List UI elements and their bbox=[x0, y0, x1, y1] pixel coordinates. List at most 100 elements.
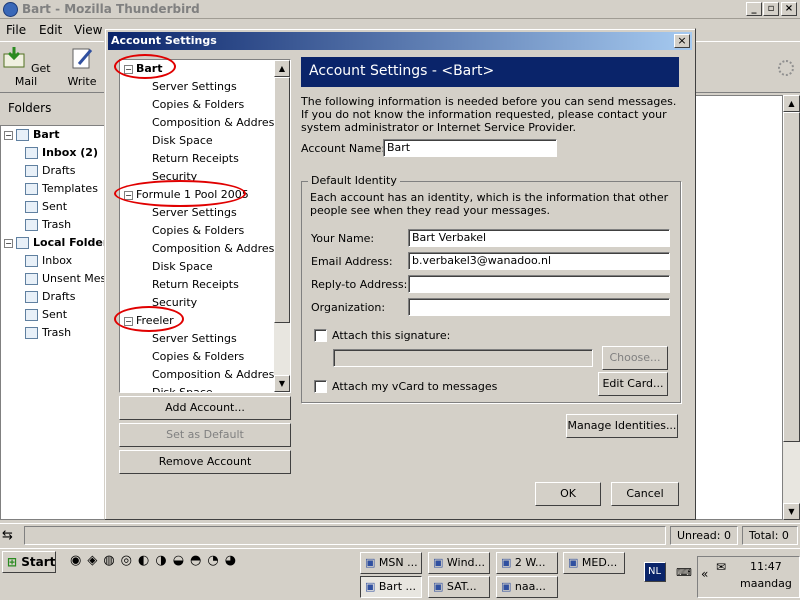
window-close-button[interactable]: × bbox=[781, 2, 797, 16]
taskbar-button[interactable]: ▣ MED... bbox=[563, 552, 625, 574]
email-label: Email Address: bbox=[311, 255, 393, 268]
menu-view[interactable]: View bbox=[74, 23, 102, 37]
reply-to-field[interactable] bbox=[408, 275, 670, 293]
folder-icon bbox=[25, 183, 38, 195]
email-field[interactable]: b.verbakel3@wanadoo.nl bbox=[408, 252, 670, 270]
taskbar-button[interactable]: ▣ 2 W... bbox=[496, 552, 558, 574]
your-name-field[interactable]: Bart Verbakel bbox=[408, 229, 670, 247]
tree-scroll-thumb[interactable] bbox=[274, 77, 290, 323]
tray-expand-icon[interactable]: « bbox=[701, 567, 708, 581]
taskbar-label: Bart ... bbox=[378, 580, 416, 593]
manage-identities-button[interactable]: Manage Identities... bbox=[566, 414, 678, 438]
add-account-button[interactable]: Add Account... bbox=[119, 396, 291, 420]
tree-settings-item[interactable]: Server Settings bbox=[152, 80, 237, 98]
signature-file-field[interactable] bbox=[333, 349, 593, 367]
tree-settings-item[interactable]: Copies & Folders bbox=[152, 350, 244, 368]
tree-settings-item[interactable]: Copies & Folders bbox=[152, 98, 244, 116]
folder-item[interactable]: Trash bbox=[25, 218, 71, 236]
tree-settings-item[interactable]: Composition & Addressing bbox=[152, 368, 274, 386]
write-button[interactable]: Write bbox=[58, 46, 106, 88]
tree-settings-item[interactable]: Return Receipts bbox=[152, 278, 239, 296]
tree-settings-item[interactable]: Disk Space bbox=[152, 386, 213, 392]
folder-icon bbox=[25, 327, 38, 339]
collapse-icon[interactable]: − bbox=[4, 238, 13, 248]
tree-label: Server Settings bbox=[152, 80, 237, 93]
tree-settings-item[interactable]: Composition & Addressing bbox=[152, 242, 274, 260]
attach-signature-checkbox[interactable] bbox=[314, 329, 327, 342]
tree-settings-item[interactable]: Composition & Addressing bbox=[152, 116, 274, 134]
tree-settings-item[interactable]: Copies & Folders bbox=[152, 224, 244, 242]
tree-label: Copies & Folders bbox=[152, 224, 245, 237]
account-tree[interactable]: − Bart Server Settings Copies & Folders Comp… bbox=[119, 59, 291, 393]
folder-label: Inbox bbox=[42, 254, 73, 267]
folder-item[interactable]: − Bart bbox=[4, 128, 60, 146]
language-indicator[interactable]: NL bbox=[644, 562, 666, 582]
taskbar-button[interactable]: ▣ Bart ... bbox=[360, 576, 422, 598]
minimize-button[interactable]: _ bbox=[746, 2, 762, 16]
folder-icon bbox=[16, 237, 29, 249]
set-default-button[interactable]: Set as Default bbox=[119, 423, 291, 447]
menu-file[interactable]: File bbox=[6, 23, 26, 37]
folder-icon bbox=[25, 273, 38, 285]
throbber-icon bbox=[778, 60, 794, 76]
tree-label: Server Settings bbox=[152, 332, 237, 345]
quick-launch-icons[interactable]: ◉◈◍◎◐◑◒◓◔◕ bbox=[70, 553, 320, 573]
folder-item[interactable]: Sent bbox=[25, 200, 67, 218]
folder-item[interactable]: Templates bbox=[25, 182, 98, 200]
folder-icon bbox=[25, 291, 38, 303]
account-name-field[interactable]: Bart bbox=[383, 139, 557, 157]
attach-vcard-checkbox[interactable] bbox=[314, 380, 327, 393]
cancel-button[interactable]: Cancel bbox=[611, 482, 679, 506]
collapse-icon[interactable]: − bbox=[4, 130, 13, 140]
tree-scroll-up-icon[interactable]: ▲ bbox=[274, 60, 290, 77]
taskbar-button[interactable]: ▣ MSN ... bbox=[360, 552, 422, 574]
tree-settings-item[interactable]: Server Settings bbox=[152, 332, 237, 350]
edit-card-button[interactable]: Edit Card... bbox=[598, 372, 668, 396]
keyboard-icon[interactable]: ⌨ bbox=[676, 566, 692, 580]
app-icon: ▣ bbox=[365, 580, 379, 593]
folder-item[interactable]: Drafts bbox=[25, 164, 75, 182]
remove-account-button[interactable]: Remove Account bbox=[119, 450, 291, 474]
settings-heading: Account Settings - <Bart> bbox=[301, 57, 679, 87]
tree-settings-item[interactable]: Disk Space bbox=[152, 260, 213, 278]
folder-item[interactable]: Inbox bbox=[25, 254, 72, 272]
message-pane[interactable] bbox=[695, 95, 783, 520]
folder-label: Sent bbox=[42, 200, 68, 213]
scroll-thumb[interactable] bbox=[783, 112, 800, 442]
tree-scrollbar[interactable]: ▲ ▼ bbox=[274, 60, 290, 392]
folder-label: Trash bbox=[42, 218, 72, 231]
folder-item[interactable]: Inbox (2) bbox=[25, 146, 98, 164]
tree-settings-item[interactable]: Server Settings bbox=[152, 206, 237, 224]
get-mail-button[interactable]: Get Mail bbox=[1, 46, 51, 88]
message-scrollbar[interactable]: ▲ ▼ bbox=[783, 95, 800, 520]
folder-item[interactable]: Sent bbox=[25, 308, 67, 326]
maximize-button[interactable]: ▫ bbox=[763, 2, 779, 16]
taskbar-button[interactable]: ▣ naa... bbox=[496, 576, 558, 598]
dialog-close-icon[interactable]: × bbox=[674, 34, 690, 48]
choose-button[interactable]: Choose... bbox=[602, 346, 668, 370]
start-button[interactable]: ⊞ Start bbox=[2, 551, 56, 573]
tree-settings-item[interactable]: Return Receipts bbox=[152, 152, 239, 170]
folder-label: Drafts bbox=[42, 290, 76, 303]
menu-edit[interactable]: Edit bbox=[39, 23, 62, 37]
taskbar-button[interactable]: ▣ SAT... bbox=[428, 576, 490, 598]
new-mail-tray-icon[interactable]: ✉ bbox=[716, 560, 726, 574]
folder-item[interactable]: Trash bbox=[25, 326, 71, 344]
folder-pane[interactable]: − Bart Inbox (2) Drafts Templates Sent Trash − L… bbox=[0, 125, 138, 520]
folder-label: Inbox (2) bbox=[42, 146, 98, 159]
annotation-circle-freeler bbox=[114, 306, 184, 332]
tree-label: Composition & Addressing bbox=[152, 368, 274, 381]
online-status-icon[interactable]: ⇆ bbox=[2, 528, 18, 544]
ok-button[interactable]: OK bbox=[535, 482, 601, 506]
tree-settings-item[interactable]: Disk Space bbox=[152, 134, 213, 152]
organization-field[interactable] bbox=[408, 298, 670, 316]
folder-item[interactable]: − Local Folders bbox=[4, 236, 115, 254]
taskbar-label: 2 W... bbox=[514, 556, 546, 569]
scroll-down-arrow-icon[interactable]: ▼ bbox=[783, 503, 800, 520]
app-icon: ▣ bbox=[433, 556, 447, 569]
tree-scroll-down-icon[interactable]: ▼ bbox=[274, 375, 290, 392]
scroll-up-arrow-icon[interactable]: ▲ bbox=[783, 95, 800, 112]
folder-item[interactable]: Drafts bbox=[25, 290, 75, 308]
taskbar-button[interactable]: ▣ Wind... bbox=[428, 552, 490, 574]
app-icon: ▣ bbox=[433, 580, 447, 593]
